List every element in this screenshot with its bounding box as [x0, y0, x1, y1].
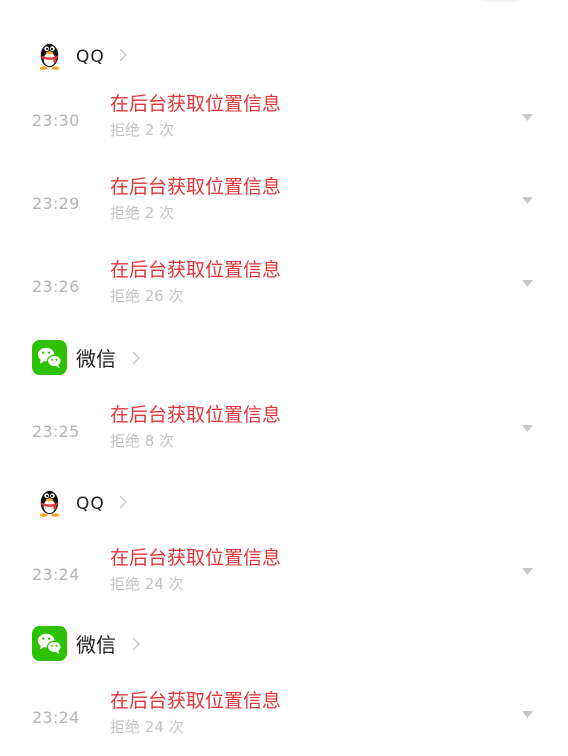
app-header-qq[interactable]: QQ [0, 482, 568, 522]
record-title: 在后台获取位置信息 [110, 93, 282, 115]
app-header-wechat[interactable]: 微信 [0, 338, 568, 378]
caret-down-icon[interactable] [522, 711, 533, 719]
record-time: 23:25 [32, 422, 80, 441]
record-status: 拒绝 8 次 [110, 432, 175, 450]
qq-penguin-icon [39, 490, 60, 517]
record-time: 23:30 [32, 111, 80, 130]
top-edge-element [480, 0, 520, 2]
wechat-icon [32, 626, 67, 661]
app-name-wechat: 微信 [76, 347, 116, 371]
wechat-icon [32, 340, 67, 375]
caret-down-icon[interactable] [522, 280, 533, 288]
app-name-qq: QQ [76, 494, 105, 514]
qq-penguin-icon [39, 43, 60, 70]
record-status: 拒绝 2 次 [110, 121, 175, 139]
record-time: 23:29 [32, 194, 80, 213]
chevron-right-icon [132, 637, 140, 651]
app-header-wechat[interactable]: 微信 [0, 624, 568, 664]
app-header-qq[interactable]: QQ [0, 35, 568, 75]
record-title: 在后台获取位置信息 [110, 690, 282, 712]
record-row[interactable]: 23:24 在后台获取位置信息 拒绝 24 次 [0, 545, 568, 605]
caret-down-icon[interactable] [522, 114, 533, 122]
caret-down-icon[interactable] [522, 568, 533, 576]
app-name-qq: QQ [76, 47, 105, 67]
app-name-wechat: 微信 [76, 633, 116, 657]
record-title: 在后台获取位置信息 [110, 259, 282, 281]
record-row[interactable]: 23:24 在后台获取位置信息 拒绝 24 次 [0, 688, 568, 748]
record-title: 在后台获取位置信息 [110, 404, 282, 426]
record-row[interactable]: 23:25 在后台获取位置信息 拒绝 8 次 [0, 402, 568, 462]
record-time: 23:24 [32, 708, 80, 727]
chevron-right-icon [119, 495, 127, 509]
chevron-right-icon [119, 48, 127, 62]
record-title: 在后台获取位置信息 [110, 547, 282, 569]
record-row[interactable]: 23:29 在后台获取位置信息 拒绝 2 次 [0, 174, 568, 234]
record-title: 在后台获取位置信息 [110, 176, 282, 198]
caret-down-icon[interactable] [522, 425, 533, 433]
chevron-right-icon [132, 351, 140, 365]
record-status: 拒绝 24 次 [110, 718, 184, 736]
record-row[interactable]: 23:30 在后台获取位置信息 拒绝 2 次 [0, 91, 568, 151]
record-time: 23:26 [32, 277, 80, 296]
caret-down-icon[interactable] [522, 197, 533, 205]
record-status: 拒绝 2 次 [110, 204, 175, 222]
record-status: 拒绝 24 次 [110, 575, 184, 593]
record-time: 23:24 [32, 565, 80, 584]
record-row[interactable]: 23:26 在后台获取位置信息 拒绝 26 次 [0, 257, 568, 317]
record-status: 拒绝 26 次 [110, 287, 184, 305]
